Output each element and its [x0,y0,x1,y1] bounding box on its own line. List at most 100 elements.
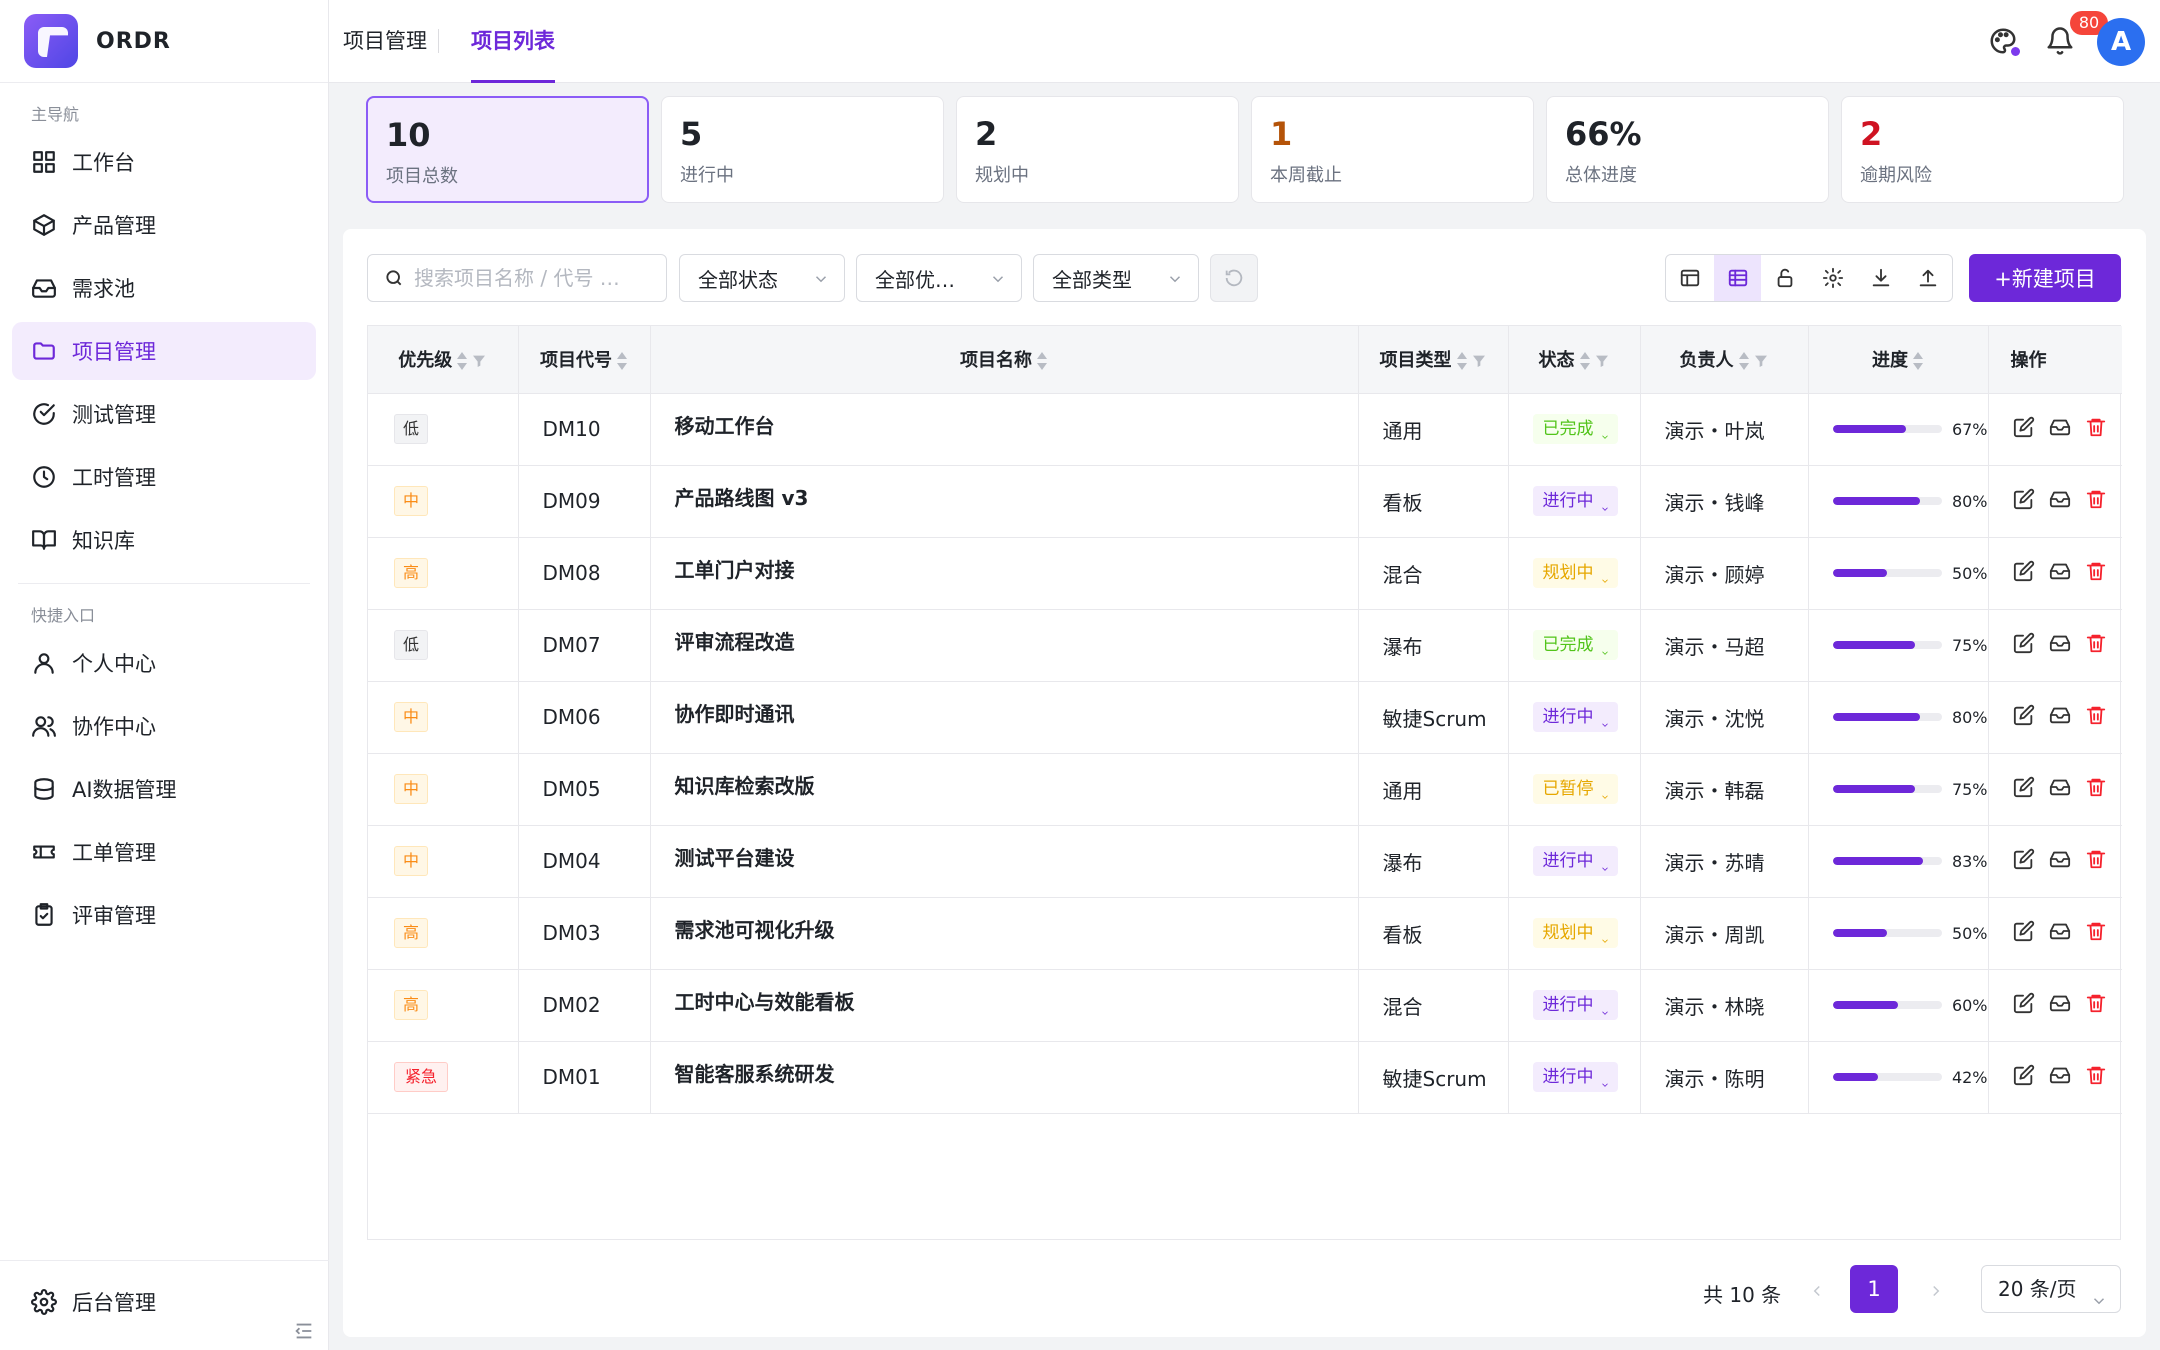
sidebar-item-users[interactable]: 协作中心 [12,697,316,755]
sidebar-item-clipboard-check[interactable]: 评审管理 [12,886,316,944]
column-header-priority[interactable]: 优先级 [368,326,519,394]
edit-icon[interactable] [2013,704,2035,731]
cell-project-name[interactable]: 评审流程改造 [650,609,1359,682]
edit-icon[interactable] [2013,560,2035,587]
download-button[interactable] [1857,255,1905,301]
sidebar-item-book[interactable]: 知识库 [12,511,316,569]
table-row[interactable]: 低 DM07 评审流程改造 瀑布 已完成 演示・马超 75% [368,609,2122,682]
table-row[interactable]: 中 DM06 协作即时通讯 敏捷Scrum 进行中 演示・沈悦 80% [368,681,2122,754]
status-filter-select[interactable]: 全部状态 [679,254,845,302]
archive-icon[interactable] [2049,776,2071,803]
settings-button[interactable] [1809,255,1857,301]
trash-icon[interactable] [2085,560,2107,587]
trash-icon[interactable] [2085,704,2107,731]
collapse-sidebar-icon[interactable] [293,1320,315,1342]
table-view-button[interactable] [1713,255,1762,301]
archive-icon[interactable] [2049,848,2071,875]
trash-icon[interactable] [2085,920,2107,947]
sort-icon[interactable] [1456,350,1468,372]
column-header-name[interactable]: 项目名称 [650,326,1359,394]
sidebar-item-inbox[interactable]: 需求池 [12,259,316,317]
sidebar-item-box[interactable]: 产品管理 [12,196,316,254]
sidebar-item-check-circle[interactable]: 测试管理 [12,385,316,443]
status-dropdown[interactable]: 进行中 [1532,990,1618,1020]
trash-icon[interactable] [2085,416,2107,443]
status-dropdown[interactable]: 规划中 [1532,918,1618,948]
status-dropdown[interactable]: 进行中 [1532,702,1618,732]
cell-project-name[interactable]: 协作即时通讯 [650,681,1359,754]
filter-icon[interactable] [1594,353,1610,369]
cell-project-name[interactable]: 工单门户对接 [650,537,1359,610]
sidebar-item-database[interactable]: AI数据管理 [12,760,316,818]
next-page-button[interactable] [1927,1281,1951,1305]
status-dropdown[interactable]: 已完成 [1532,414,1618,444]
archive-icon[interactable] [2049,920,2071,947]
reset-filters-button[interactable] [1210,254,1258,302]
archive-icon[interactable] [2049,560,2071,587]
stat-card-overall-progress[interactable]: 66% 总体进度 [1546,96,1829,203]
status-dropdown[interactable]: 进行中 [1532,1062,1618,1092]
edit-icon[interactable] [2013,416,2035,443]
lock-button[interactable] [1761,255,1809,301]
prev-page-button[interactable] [1808,1281,1832,1305]
column-header-type[interactable]: 项目类型 [1358,326,1509,394]
status-dropdown[interactable]: 进行中 [1532,486,1618,516]
upload-button[interactable] [1904,255,1952,301]
sort-icon[interactable] [1738,350,1750,372]
edit-icon[interactable] [2013,920,2035,947]
table-row[interactable]: 高 DM02 工时中心与效能看板 混合 进行中 演示・林晓 60% [368,969,2122,1042]
edit-icon[interactable] [2013,776,2035,803]
archive-icon[interactable] [2049,704,2071,731]
cell-project-name[interactable]: 工时中心与效能看板 [650,969,1359,1042]
stat-card-total[interactable]: 10 项目总数 [366,96,649,203]
edit-icon[interactable] [2013,632,2035,659]
table-row[interactable]: 高 DM03 需求池可视化升级 看板 规划中 演示・周凯 50% [368,897,2122,970]
column-header-code[interactable]: 项目代号 [518,326,651,394]
edit-icon[interactable] [2013,488,2035,515]
sidebar-item-clock[interactable]: 工时管理 [12,448,316,506]
status-dropdown[interactable]: 规划中 [1532,558,1618,588]
cell-project-name[interactable]: 智能客服系统研发 [650,1041,1359,1114]
archive-icon[interactable] [2049,992,2071,1019]
table-row[interactable]: 高 DM08 工单门户对接 混合 规划中 演示・顾婷 50% [368,537,2122,610]
filter-icon[interactable] [1753,353,1769,369]
sidebar-item-user[interactable]: 个人中心 [12,634,316,692]
stat-card-in-progress[interactable]: 5 进行中 [661,96,944,203]
column-header-owner[interactable]: 负责人 [1640,326,1809,394]
status-dropdown[interactable]: 已完成 [1532,630,1618,660]
search-box[interactable] [367,254,667,302]
sidebar-item-ticket[interactable]: 工单管理 [12,823,316,881]
card-view-button[interactable] [1666,255,1714,301]
trash-icon[interactable] [2085,632,2107,659]
status-dropdown[interactable]: 进行中 [1532,846,1618,876]
cell-project-name[interactable]: 知识库检索改版 [650,753,1359,826]
edit-icon[interactable] [2013,848,2035,875]
sort-icon[interactable] [1579,350,1591,372]
sidebar-item-admin[interactable]: 后台管理 [12,1273,317,1331]
table-row[interactable]: 中 DM04 测试平台建设 瀑布 进行中 演示・苏晴 83% [368,825,2122,898]
stat-card-due-this-week[interactable]: 1 本周截止 [1251,96,1534,203]
sidebar-item-folder[interactable]: 项目管理 [12,322,316,380]
sort-icon[interactable] [616,350,628,372]
page-number-button[interactable]: 1 [1850,1265,1898,1313]
cell-project-name[interactable]: 移动工作台 [650,393,1359,466]
breadcrumb-project-management[interactable]: 项目管理 [343,0,427,83]
table-row[interactable]: 紧急 DM01 智能客服系统研发 敏捷Scrum 进行中 演示・陈明 42% [368,1041,2122,1114]
edit-icon[interactable] [2013,1064,2035,1091]
trash-icon[interactable] [2085,848,2107,875]
palette-icon[interactable] [1988,26,2020,58]
new-project-button[interactable]: +新建项目 [1969,254,2121,302]
archive-icon[interactable] [2049,488,2071,515]
column-header-status[interactable]: 状态 [1508,326,1641,394]
table-row[interactable]: 中 DM09 产品路线图 v3 看板 进行中 演示・钱峰 80% [368,465,2122,538]
search-input[interactable] [414,266,644,290]
trash-icon[interactable] [2085,776,2107,803]
avatar[interactable]: A [2097,18,2145,66]
sort-icon[interactable] [1036,350,1048,372]
filter-icon[interactable] [1471,353,1487,369]
stat-card-overdue-risk[interactable]: 2 逾期风险 [1841,96,2124,203]
edit-icon[interactable] [2013,992,2035,1019]
archive-icon[interactable] [2049,632,2071,659]
sort-icon[interactable] [456,350,468,372]
sort-icon[interactable] [1912,350,1924,372]
